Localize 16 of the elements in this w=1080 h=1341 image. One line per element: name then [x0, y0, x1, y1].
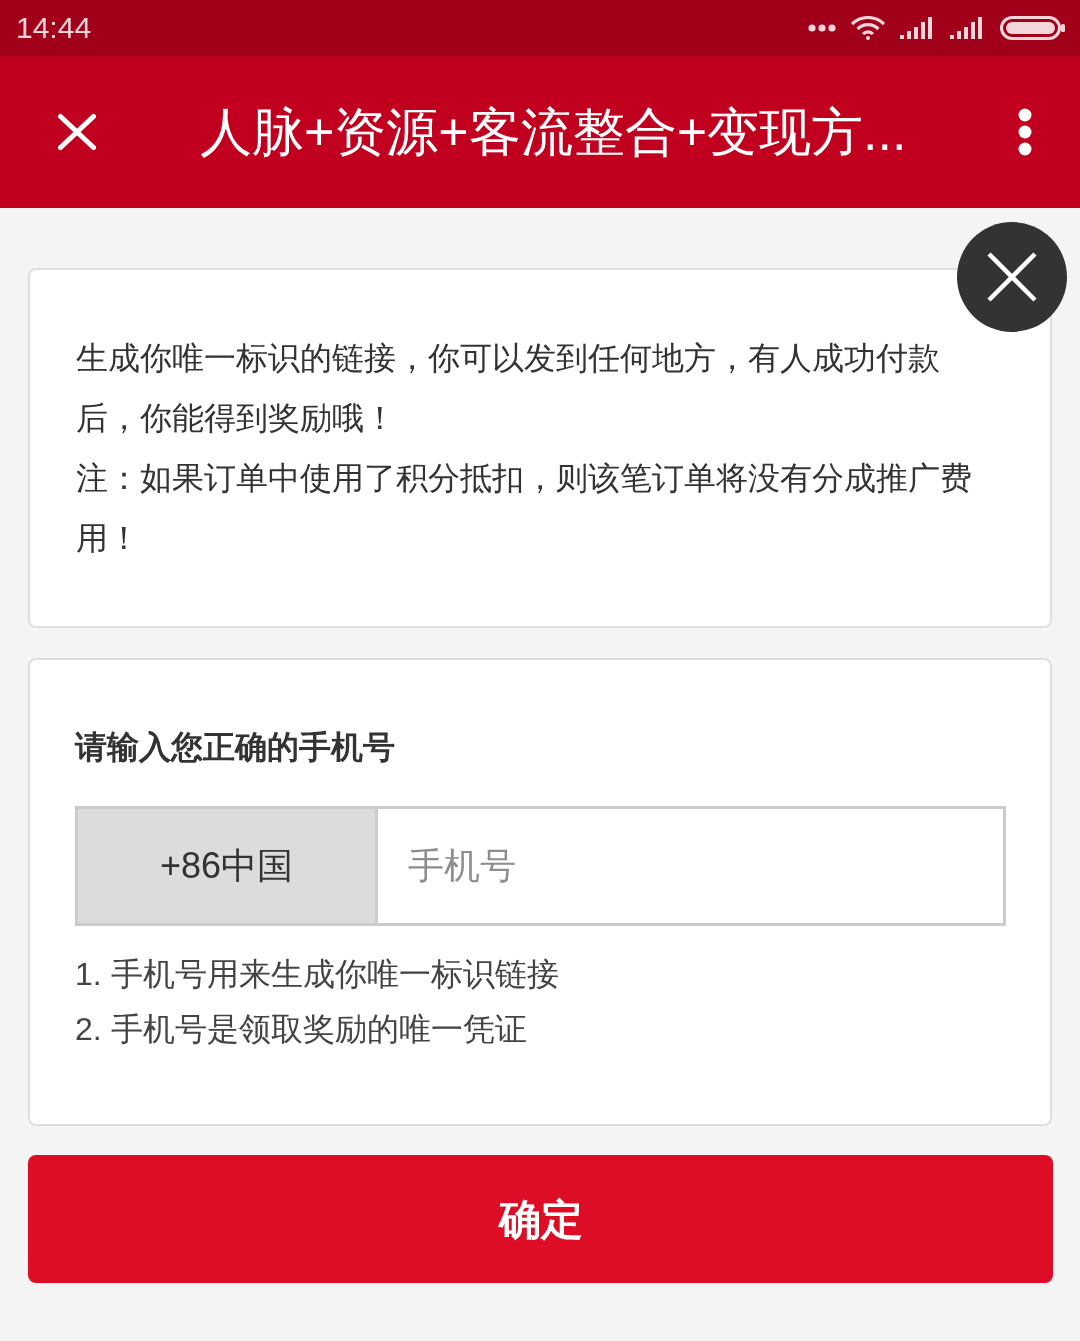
- country-code: +86中国: [75, 806, 378, 926]
- wifi-icon: [850, 16, 886, 40]
- page-title: 人脉+资源+客流整合+变现方...: [200, 102, 907, 162]
- close-icon[interactable]: [957, 222, 1067, 332]
- note-text: 2. 手机号是领取奖励的唯一凭证: [75, 1010, 528, 1049]
- dots-icon: [808, 24, 836, 32]
- more-options-icon[interactable]: [1018, 108, 1032, 156]
- phone-label: 请输入您正确的手机号: [75, 728, 396, 767]
- confirm-button[interactable]: 确定: [28, 1155, 1053, 1283]
- notice-text: 注：如果订单中使用了积分抵扣，则该笔订单将没有分成推广费用！: [76, 459, 973, 558]
- close-icon[interactable]: [58, 114, 96, 150]
- note-text: 1. 手机号用来生成你唯一标识链接: [75, 955, 560, 994]
- battery-icon: [1000, 16, 1066, 40]
- notice-text: 生成你唯一标识的链接，你可以发到任何地方，有人成功付款后，你能得到奖励哦！: [76, 339, 941, 438]
- phone-input[interactable]: 手机号: [378, 806, 1006, 926]
- status-time: 14:44: [16, 11, 92, 45]
